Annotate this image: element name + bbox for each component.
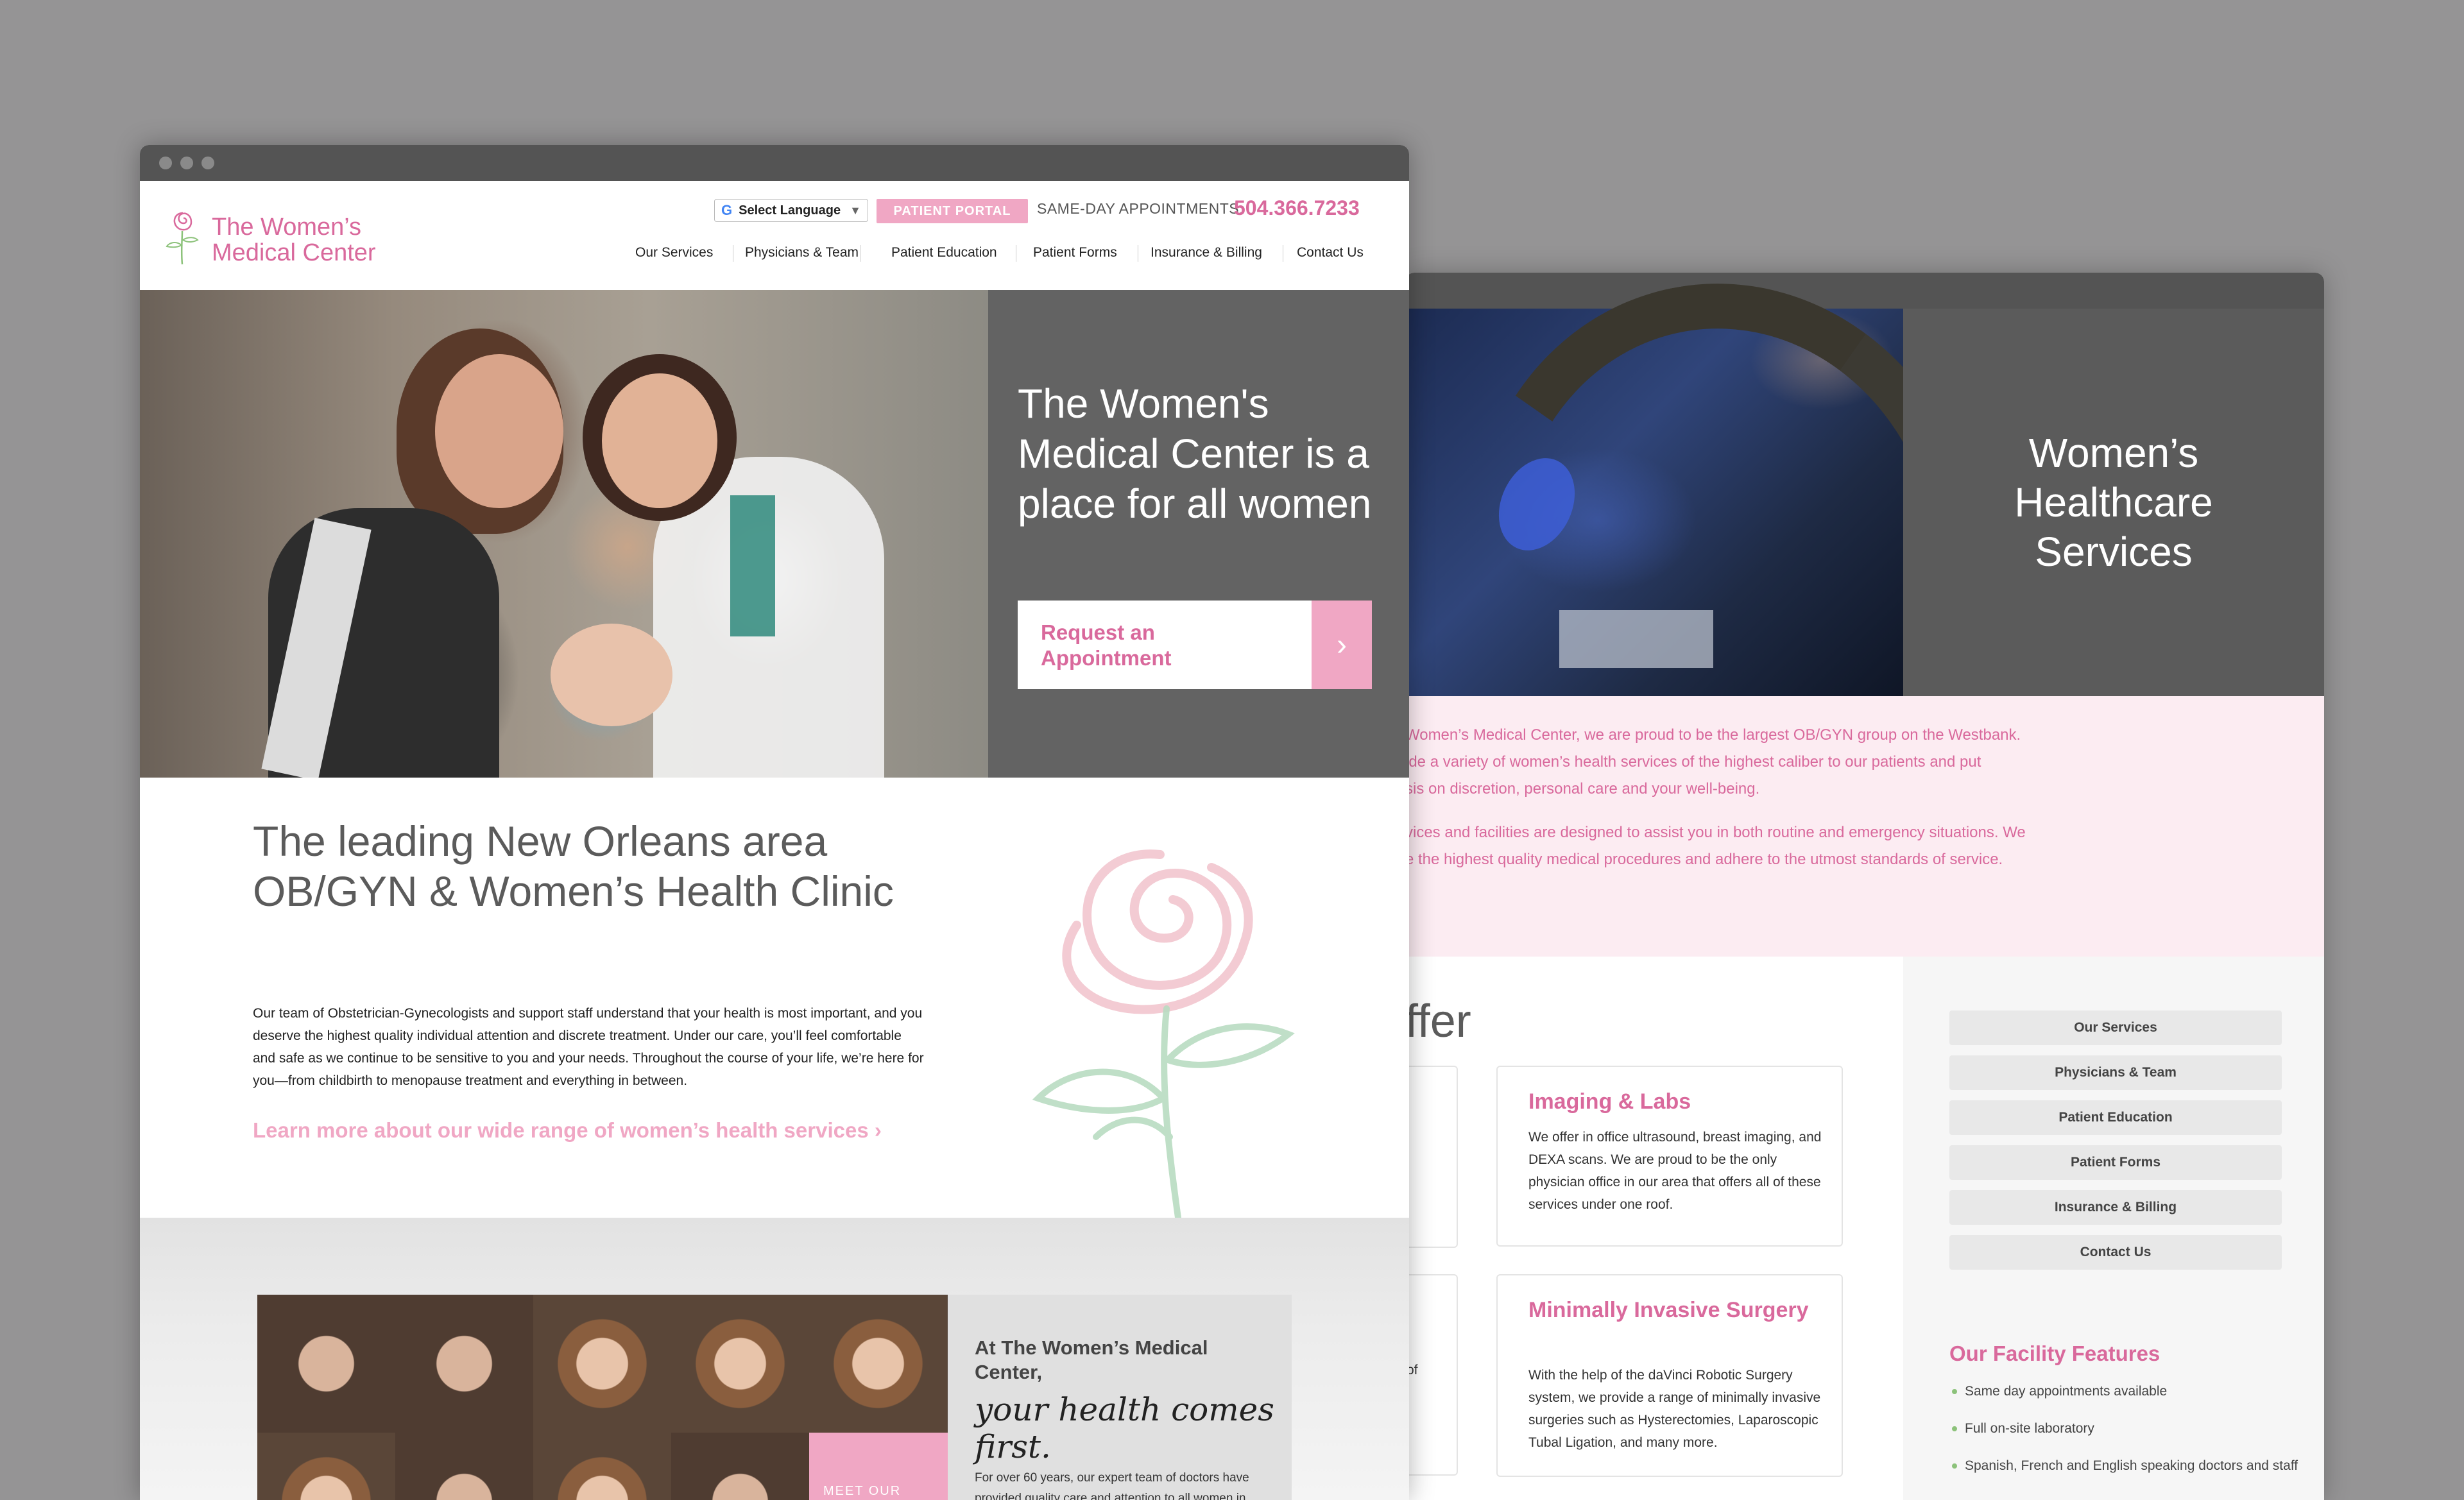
offer-title: ffer xyxy=(1405,996,1471,1047)
doctor-photo xyxy=(257,1433,395,1500)
services-offer-section: ffer of Imaging & Labs We offer in offic… xyxy=(1405,957,1903,1500)
window-dot-icon xyxy=(159,157,172,169)
nav-item-patient-education[interactable]: Patient Education xyxy=(891,245,997,260)
team-tagline: your health comes first. xyxy=(975,1391,1274,1465)
hero-title: The Women's Medical Center is a place fo… xyxy=(1018,380,1372,527)
meet-team-button[interactable]: MEET OUR xyxy=(809,1433,948,1500)
sidebar-button-physicians[interactable]: Physicians & Team xyxy=(1949,1055,2282,1090)
services-sidebar: Our Services Physicians & Team Patient E… xyxy=(1903,957,2324,1500)
team-body: For over 60 years, our expert team of do… xyxy=(975,1471,1249,1500)
services-intro-band: Women’s Medical Center, we are proud to … xyxy=(1405,696,2324,959)
doctor-photo xyxy=(809,1295,947,1433)
same-day-label: SAME-DAY APPOINTMENTS: xyxy=(1037,200,1244,217)
doctor-photo xyxy=(257,1295,395,1433)
intro-line: ide a variety of women’s health services… xyxy=(1405,753,1981,771)
chevron-down-icon: ▼ xyxy=(850,203,861,217)
logo-line-1: The Women’s xyxy=(212,214,362,241)
window-dot-icon xyxy=(201,157,214,169)
lab-equipment-photo xyxy=(1405,273,2028,888)
intro-line: Women’s Medical Center, we are proud to … xyxy=(1405,726,2021,744)
sample-tray xyxy=(1559,610,1713,668)
window-titlebar xyxy=(140,145,1409,181)
google-icon: G xyxy=(721,202,733,218)
photo-shape xyxy=(435,354,563,508)
intro-title: The leading New Orleans area OB/GYN & Wo… xyxy=(253,817,894,915)
request-appointment-label: Request an Appointment xyxy=(1041,620,1171,671)
nav-item-insurance[interactable]: Insurance & Billing xyxy=(1151,245,1262,260)
intro-body: Our team of Obstetrician-Gynecologists a… xyxy=(253,1006,924,1088)
patient-portal-button[interactable]: PATIENT PORTAL xyxy=(877,199,1028,223)
cta-line-1: Request an xyxy=(1041,620,1155,644)
site-header: The Women’s Medical Center G Select Lang… xyxy=(140,181,1409,290)
photo-shape xyxy=(551,624,672,726)
hero-photo-doctor-mother-baby xyxy=(140,290,988,781)
hero-text-panel: The Women's Medical Center is a place fo… xyxy=(988,290,1409,778)
services-hero-panel: Women’s Healthcare Services xyxy=(1903,309,2324,696)
team-text-panel: At The Women’s Medical Center, your heal… xyxy=(948,1295,1292,1500)
site-logo[interactable]: The Women’s Medical Center xyxy=(212,214,376,266)
language-select-label: Select Language xyxy=(739,203,841,217)
phone-link[interactable]: 504.366.7233 xyxy=(1234,196,1360,220)
doctor-photo xyxy=(671,1433,809,1500)
facility-feature-item: Spanish, French and English speaking doc… xyxy=(1949,1454,2311,1477)
intro-line: vices and facilities are designed to ass… xyxy=(1405,824,2026,841)
watercolor-rose-icon xyxy=(1032,849,1295,1227)
doctor-photo xyxy=(395,1295,533,1433)
home-page-window: The Women’s Medical Center G Select Lang… xyxy=(140,145,1409,1500)
photo-shape xyxy=(602,373,717,508)
language-select[interactable]: G Select Language ▼ xyxy=(714,199,868,222)
service-card-text: of xyxy=(1407,1363,1418,1377)
service-card-title: Minimally Invasive Surgery xyxy=(1528,1298,1809,1322)
team-photo-grid[interactable]: MEET OUR xyxy=(257,1295,948,1500)
sidebar-button-patient-forms[interactable]: Patient Forms xyxy=(1949,1145,2282,1180)
services-hero-title: Women’s Healthcare Services xyxy=(2014,429,2213,575)
doctor-photo xyxy=(533,1295,671,1433)
nav-item-patient-forms[interactable]: Patient Forms xyxy=(1033,245,1117,260)
doctor-photo xyxy=(671,1295,809,1433)
doctor-photo xyxy=(533,1433,671,1500)
chevron-right-icon: › xyxy=(1312,601,1372,689)
doctor-photo xyxy=(395,1433,533,1500)
facility-feature-item: Full on-site laboratory xyxy=(1949,1417,2311,1440)
window-titlebar xyxy=(1405,273,2324,309)
nav-item-contact[interactable]: Contact Us xyxy=(1297,245,1364,260)
rose-logo-icon xyxy=(166,212,199,265)
intro-line: e the highest quality medical procedures… xyxy=(1405,851,2003,868)
service-card-partial[interactable] xyxy=(1405,1066,1458,1248)
team-section: MEET OUR At The Women’s Medical Center, … xyxy=(140,1218,1409,1500)
service-card-body: We offer in office ultrasound, breast im… xyxy=(1528,1130,1822,1212)
nav-item-our-services[interactable]: Our Services xyxy=(635,245,713,260)
service-card-imaging[interactable]: Imaging & Labs We offer in office ultras… xyxy=(1496,1066,1843,1247)
logo-line-2: Medical Center xyxy=(212,239,376,266)
window-dot-icon xyxy=(180,157,193,169)
photo-shape xyxy=(730,495,775,636)
nav-item-physicians[interactable]: Physicians & Team xyxy=(745,245,859,260)
services-link[interactable]: Learn more about our wide range of women… xyxy=(253,1118,894,1143)
facility-feature-item: Same day appointments available xyxy=(1949,1380,2311,1402)
sidebar-button-patient-education[interactable]: Patient Education xyxy=(1949,1100,2282,1135)
services-page-window: Women’s Healthcare Services Women’s Medi… xyxy=(1405,273,2324,1500)
team-heading: At The Women’s Medical Center, xyxy=(975,1336,1208,1383)
facility-features-title: Our Facility Features xyxy=(1949,1342,2160,1365)
cta-line-2: Appointment xyxy=(1041,646,1172,670)
service-card-title: Imaging & Labs xyxy=(1528,1089,1691,1114)
service-card-partial[interactable]: of xyxy=(1405,1274,1458,1476)
intro-line: sis on discretion, personal care and you… xyxy=(1405,780,1760,797)
service-card-surgery[interactable]: Minimally Invasive Surgery With the help… xyxy=(1496,1274,1843,1477)
sidebar-button-insurance[interactable]: Insurance & Billing xyxy=(1949,1190,2282,1225)
request-appointment-button[interactable]: Request an Appointment › xyxy=(1018,601,1372,689)
service-card-body: With the help of the daVinci Robotic Sur… xyxy=(1528,1368,1821,1450)
sidebar-button-our-services[interactable]: Our Services xyxy=(1949,1010,2282,1045)
sidebar-button-contact[interactable]: Contact Us xyxy=(1949,1235,2282,1270)
